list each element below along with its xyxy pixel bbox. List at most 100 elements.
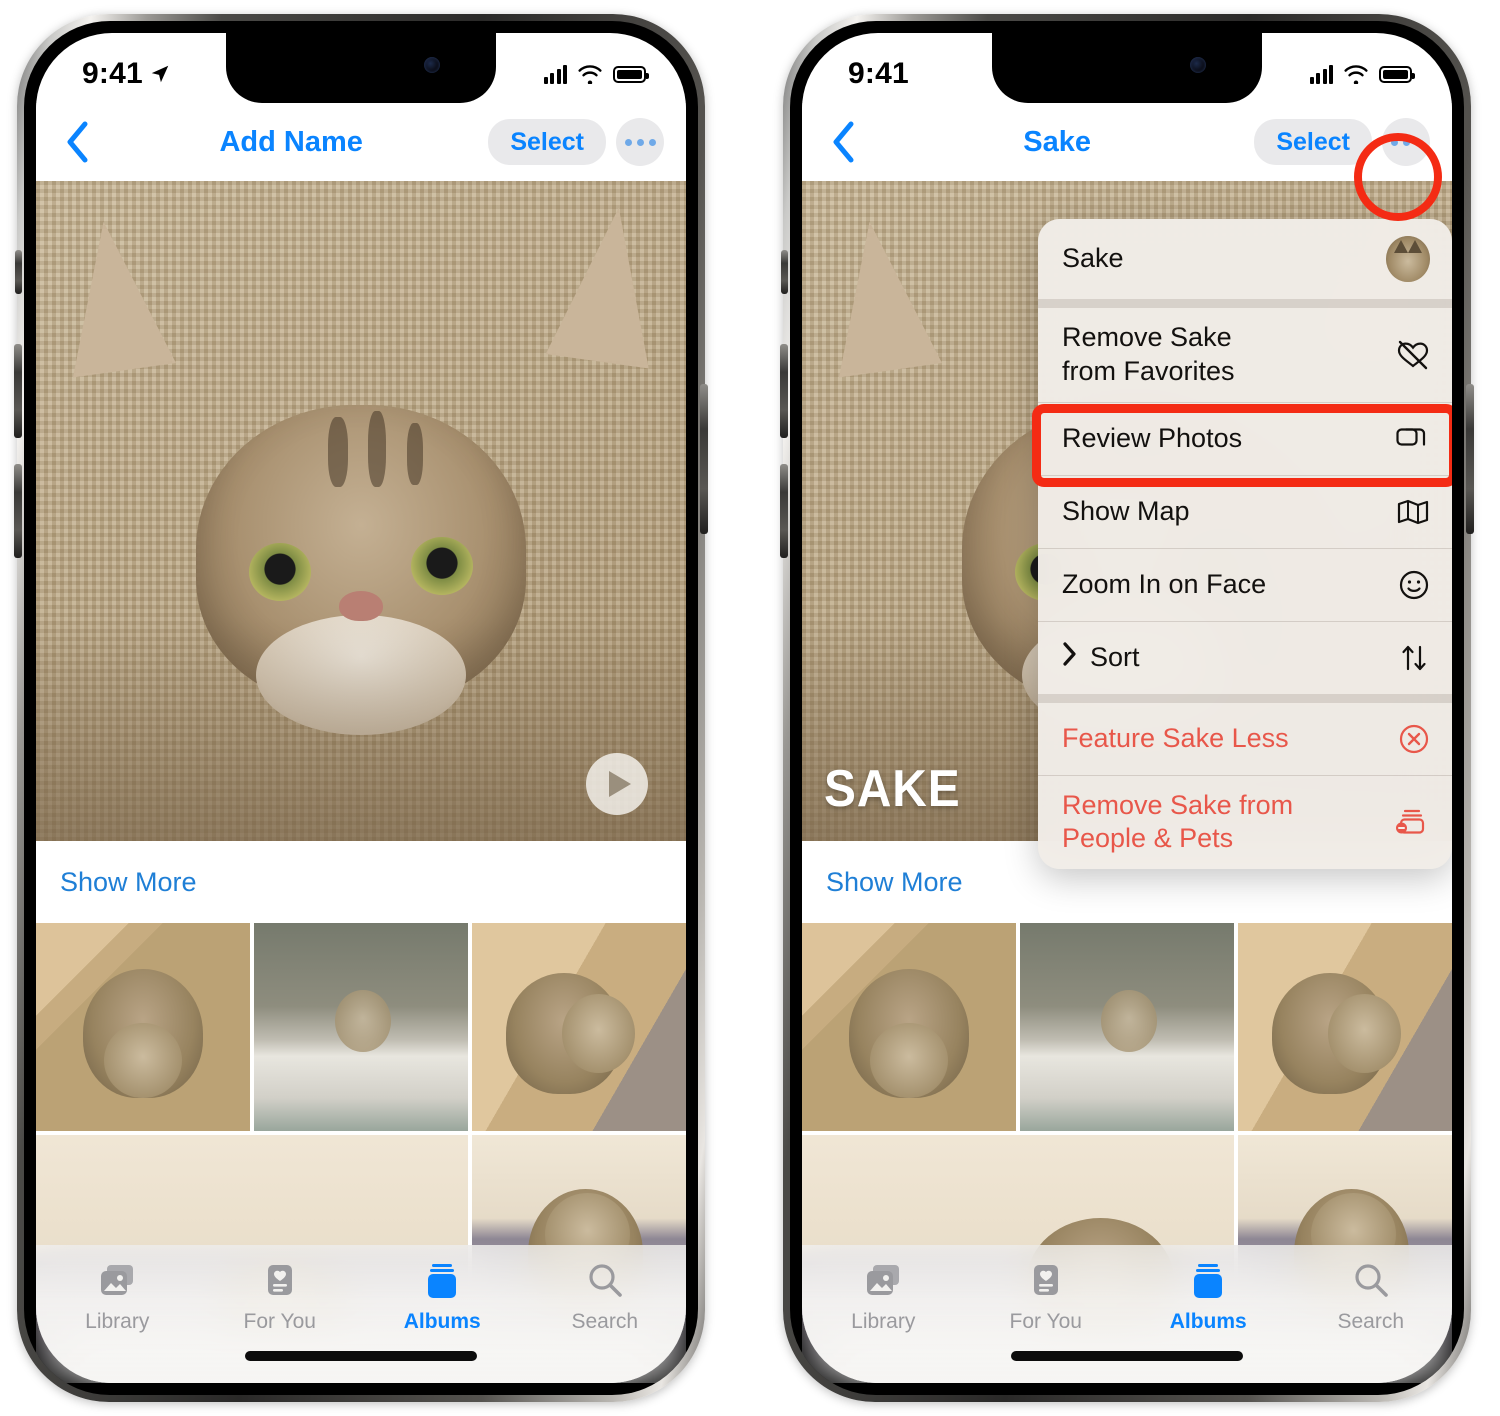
- menu-item-sort-label-wrap: Sort: [1062, 628, 1140, 688]
- iphone-left: Show More Add Name Select 9:41 Library F…: [14, 14, 708, 1402]
- menu-separator-group: [1038, 693, 1452, 703]
- show-more-link[interactable]: Show More: [802, 867, 963, 898]
- menu-item-person-header[interactable]: Sake: [1038, 219, 1452, 299]
- heart-slash-icon: [1386, 340, 1430, 370]
- tab-label: For You: [243, 1310, 316, 1333]
- cat-body: [36, 616, 686, 841]
- hero-photo[interactable]: [36, 181, 686, 841]
- chevron-right-icon: [1062, 641, 1078, 674]
- select-button[interactable]: Select: [488, 118, 606, 166]
- cellular-bars-icon: [543, 64, 567, 84]
- more-button[interactable]: [1382, 118, 1430, 166]
- menu-item-label: Review Photos: [1062, 422, 1243, 453]
- more-button[interactable]: [616, 118, 664, 166]
- status-indicators: [1309, 52, 1415, 84]
- show-more-row: Show More: [36, 841, 686, 923]
- tab-label: Library: [85, 1310, 150, 1333]
- volume-up-button[interactable]: [14, 344, 22, 438]
- search-icon: [586, 1259, 624, 1303]
- grid-photo-3[interactable]: [472, 923, 686, 1131]
- photos-library-icon: [863, 1259, 903, 1303]
- cat-ear-left: [818, 214, 942, 378]
- home-indicator[interactable]: [1011, 1351, 1243, 1361]
- cellular-bars-icon: [1309, 64, 1333, 84]
- grid-photo-1[interactable]: [802, 923, 1016, 1131]
- grid-photo-2[interactable]: [254, 923, 468, 1131]
- volume-down-button[interactable]: [14, 464, 22, 558]
- map-icon: [1386, 497, 1430, 527]
- menu-item-review-photos[interactable]: Review Photos: [1038, 402, 1452, 475]
- x-circle-icon: [1386, 723, 1430, 755]
- menu-item-feature-sake-less[interactable]: Feature Sake Less: [1038, 702, 1452, 775]
- menu-item-remove-from-people-and-pets[interactable]: Remove Sake from People & Pets: [1038, 775, 1452, 869]
- nav-actions: Select: [488, 118, 664, 166]
- battery-full-icon: [1379, 65, 1415, 83]
- tab-label: Library: [851, 1310, 916, 1333]
- navigation-bar-left: Add Name Select: [36, 103, 686, 181]
- cat-ear-right: [545, 200, 671, 369]
- tab-bar-left: Library For You Albums Search: [36, 1245, 686, 1383]
- silent-switch[interactable]: [781, 250, 788, 294]
- power-button[interactable]: [1466, 384, 1474, 534]
- tab-library[interactable]: Library: [802, 1259, 965, 1334]
- menu-item-sort[interactable]: Sort: [1038, 621, 1452, 694]
- status-time-wrap: 9:41: [82, 45, 171, 91]
- power-button[interactable]: [700, 384, 708, 534]
- volume-down-button[interactable]: [780, 464, 788, 558]
- menu-item-show-map[interactable]: Show Map: [1038, 475, 1452, 548]
- tab-library[interactable]: Library: [36, 1259, 199, 1334]
- grid-photo-3[interactable]: [1238, 923, 1452, 1131]
- play-icon[interactable]: [586, 753, 648, 815]
- status-time: 9:41: [848, 57, 909, 90]
- cat-eye-right: [411, 537, 474, 596]
- status-time: 9:41: [82, 57, 143, 90]
- front-camera-icon: [1190, 57, 1206, 73]
- navigation-bar-right: Sake Select: [802, 103, 1452, 181]
- wifi-icon: [1344, 65, 1368, 84]
- tab-for-you[interactable]: For You: [965, 1259, 1128, 1334]
- tab-albums[interactable]: Albums: [361, 1259, 524, 1334]
- tab-label: Albums: [403, 1310, 481, 1333]
- menu-item-label: Remove Sake from Favorites: [1062, 322, 1235, 386]
- tab-search[interactable]: Search: [524, 1259, 687, 1334]
- menu-item-label: Feature Sake Less: [1062, 722, 1289, 753]
- tab-search[interactable]: Search: [1290, 1259, 1453, 1334]
- photos-library-icon: [97, 1259, 137, 1303]
- grid-photo-1[interactable]: [36, 923, 250, 1131]
- cat-ear-left: [52, 214, 176, 378]
- menu-item-label: Sake: [1062, 243, 1124, 274]
- home-indicator[interactable]: [245, 1351, 477, 1361]
- select-button[interactable]: Select: [1254, 118, 1372, 166]
- person-name-overlay: SAKE: [824, 760, 961, 818]
- tab-for-you[interactable]: For You: [199, 1259, 362, 1334]
- tab-bar-right: Library For You Albums Search: [802, 1245, 1452, 1383]
- location-arrow-icon: [151, 65, 169, 83]
- silent-switch[interactable]: [15, 250, 22, 294]
- albums-icon: [423, 1259, 461, 1303]
- grid-photo-2[interactable]: [1020, 923, 1234, 1131]
- page-title: Sake: [1023, 125, 1092, 158]
- smiley-face-icon: [1386, 569, 1430, 601]
- device-bezel: SAKE Show More Sake Remove Sake from Fav…: [790, 21, 1464, 1395]
- menu-item-remove-from-favorites[interactable]: Remove Sake from Favorites: [1038, 308, 1452, 402]
- tab-label: Search: [571, 1310, 639, 1333]
- search-icon: [1352, 1259, 1390, 1303]
- tab-label: Search: [1337, 1310, 1405, 1333]
- menu-item-label: Zoom In on Face: [1062, 568, 1267, 599]
- volume-up-button[interactable]: [780, 344, 788, 438]
- menu-item-label: Sort: [1090, 641, 1140, 672]
- albums-icon: [1189, 1259, 1227, 1303]
- wifi-icon: [578, 65, 602, 84]
- iphone-right: SAKE Show More Sake Remove Sake from Fav…: [780, 14, 1474, 1402]
- photo-stack-icon: [1386, 424, 1430, 454]
- battery-full-icon: [613, 65, 649, 83]
- device-bezel: Show More Add Name Select 9:41 Library F…: [24, 21, 698, 1395]
- show-more-link[interactable]: Show More: [36, 867, 197, 898]
- device-notch: [226, 33, 496, 103]
- page-title: Add Name: [219, 125, 363, 158]
- context-menu: Sake Remove Sake from Favorites Review P…: [1038, 219, 1452, 869]
- menu-item-zoom-in-on-face[interactable]: Zoom In on Face: [1038, 548, 1452, 621]
- screen-left: Show More Add Name Select 9:41 Library F…: [36, 33, 686, 1383]
- menu-item-label: Remove Sake from People & Pets: [1062, 789, 1294, 854]
- tab-albums[interactable]: Albums: [1127, 1259, 1290, 1334]
